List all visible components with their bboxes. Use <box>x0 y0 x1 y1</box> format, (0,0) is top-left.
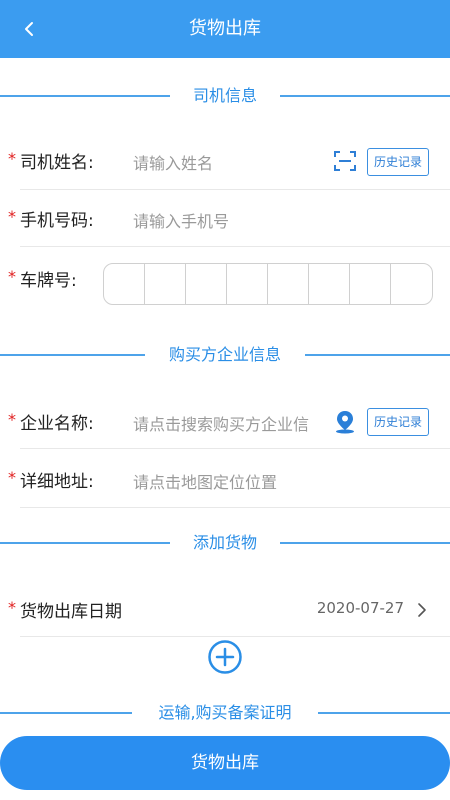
plate-label: 车牌号: <box>20 271 77 291</box>
driver-history-button[interactable]: 历史记录 <box>367 148 429 176</box>
scan-icon <box>334 151 356 171</box>
add-goods-button[interactable] <box>208 640 242 674</box>
divider <box>20 189 450 190</box>
required-mark: * <box>8 207 16 226</box>
company-search-input[interactable]: 请点击搜索购买方企业信 <box>133 411 325 435</box>
section-line-right <box>305 354 450 356</box>
address-row: * 详细地址: 请点击地图定位位置 <box>0 466 450 506</box>
driver-name-label: 司机姓名: <box>20 153 94 173</box>
date-value[interactable]: 2020-07-27 <box>317 599 404 617</box>
plate-char-cell[interactable] <box>104 264 145 304</box>
buyer-history-button[interactable]: 历史记录 <box>367 408 429 436</box>
plate-char-cell[interactable] <box>145 264 186 304</box>
phone-row: * 手机号码: 请输入手机号 <box>0 205 450 245</box>
page-title: 货物出库 <box>189 18 261 39</box>
plate-char-cell[interactable] <box>268 264 309 304</box>
page: 货物出库 司机信息 * 司机姓名: 请输入姓名 历史记录 * 手机号码: 请输入… <box>0 0 450 800</box>
section-line-right <box>318 712 450 714</box>
driver-name-input[interactable]: 请输入姓名 <box>133 150 323 174</box>
plate-char-cell[interactable] <box>309 264 350 304</box>
divider <box>20 246 450 247</box>
chevron-right-icon <box>418 603 426 617</box>
date-label: 货物出库日期 <box>20 602 122 622</box>
divider <box>20 507 450 508</box>
driver-name-row: * 司机姓名: 请输入姓名 历史记录 <box>0 146 450 190</box>
phone-label: 手机号码: <box>20 211 94 231</box>
section-line-right <box>280 95 450 97</box>
address-label: 详细地址: <box>20 472 94 492</box>
company-label: 企业名称: <box>20 414 94 434</box>
location-pin-icon <box>336 411 354 434</box>
required-mark: * <box>8 468 16 487</box>
scan-button[interactable] <box>333 149 357 173</box>
section-driver-info: 司机信息 <box>0 84 450 108</box>
divider <box>20 636 450 637</box>
required-mark: * <box>8 598 16 617</box>
address-input[interactable]: 请点击地图定位位置 <box>133 469 413 493</box>
phone-input[interactable]: 请输入手机号 <box>133 208 413 232</box>
required-mark: * <box>8 410 16 429</box>
location-button[interactable] <box>334 410 356 434</box>
company-row: * 企业名称: 请点击搜索购买方企业信 历史记录 <box>0 408 450 448</box>
plate-char-cell[interactable] <box>186 264 227 304</box>
submit-button[interactable]: 货物出库 <box>0 736 450 790</box>
plate-char-cell[interactable] <box>391 264 432 304</box>
plus-circle-icon <box>208 640 242 674</box>
plate-input[interactable] <box>103 263 433 305</box>
plate-char-cell[interactable] <box>227 264 268 304</box>
divider <box>20 448 450 449</box>
section-buyer-info: 购买方企业信息 <box>0 343 450 367</box>
required-mark: * <box>8 267 16 286</box>
required-mark: * <box>8 149 16 168</box>
date-row[interactable]: * 货物出库日期 2020-07-27 <box>0 596 450 636</box>
section-line-right <box>280 542 450 544</box>
section-add-goods: 添加货物 <box>0 531 450 555</box>
app-header: 货物出库 <box>0 0 450 58</box>
plate-char-cell[interactable] <box>350 264 391 304</box>
section-certificate: 运输,购买备案证明 <box>0 701 450 725</box>
